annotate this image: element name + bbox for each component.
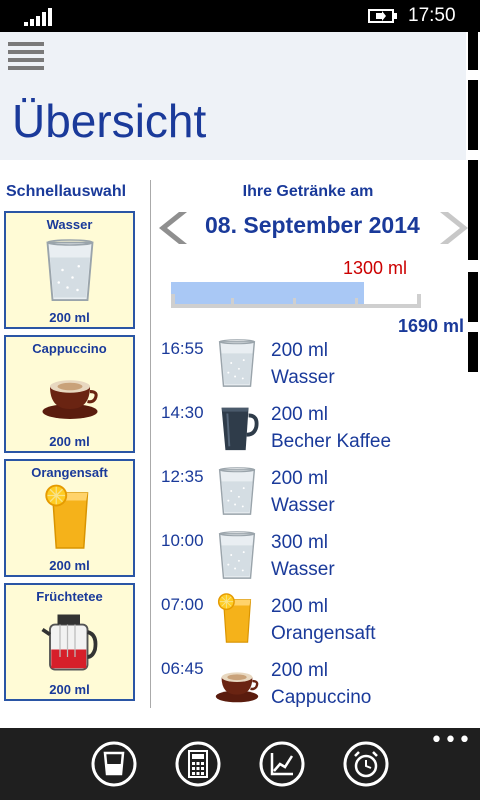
quick-item-cappuccino[interactable]: Cappuccino 200 ml — [4, 335, 135, 453]
orange-juice-icon — [213, 592, 261, 646]
teapot-icon — [34, 607, 106, 677]
status-bar: 17:50 — [0, 0, 480, 32]
water-glass-icon — [213, 464, 261, 518]
drink-entry[interactable]: 06:45 200 ml Cappuccino — [158, 656, 458, 720]
entry-time: 10:00 — [161, 531, 204, 550]
progress-fill — [171, 282, 364, 304]
drink-entry[interactable]: 10:00 300 ml Wasser — [158, 528, 458, 592]
drink-entry[interactable]: 16:55 200 ml Wasser — [158, 336, 458, 400]
quick-item-name: Wasser — [46, 217, 93, 232]
daily-progress-bar — [171, 282, 421, 308]
quick-item-name: Cappuccino — [32, 341, 107, 356]
quick-select-title: Schnellauswahl — [6, 183, 127, 200]
quick-item-amount: 200 ml — [49, 310, 90, 325]
entry-name: Becher Kaffee — [271, 431, 392, 452]
entry-amount: 200 ml — [271, 404, 329, 425]
alarm-clock-icon[interactable] — [342, 740, 390, 788]
drink-entry[interactable]: 14:30 200 ml Becher Kaffee — [158, 400, 458, 464]
signal-strength-icon — [24, 8, 52, 26]
app-bar: ••• — [0, 728, 480, 800]
calculator-icon[interactable] — [174, 740, 222, 788]
drink-entry[interactable]: 12:35 200 ml Wasser — [158, 464, 458, 528]
entry-name: Orangensaft — [271, 623, 376, 644]
daily-goal: 1690 ml — [398, 316, 465, 336]
glass-icon[interactable] — [90, 740, 138, 788]
more-options-button[interactable]: ••• — [430, 728, 472, 753]
chart-icon[interactable] — [258, 740, 306, 788]
quick-item-amount: 200 ml — [49, 434, 90, 449]
quick-item-amount: 200 ml — [49, 558, 90, 573]
page-header: Übersicht — [0, 32, 466, 160]
previous-day-button[interactable] — [157, 210, 191, 246]
quick-item-amount: 200 ml — [49, 682, 90, 697]
water-glass-icon — [34, 235, 106, 305]
coffee-mug-icon — [213, 400, 261, 454]
water-glass-icon — [213, 528, 261, 582]
entry-name: Wasser — [271, 559, 335, 580]
water-glass-icon — [213, 336, 261, 390]
drinks-heading: Ihre Getränke am — [242, 183, 374, 200]
consumed-amount: 1300 ml — [343, 258, 408, 278]
entry-name: Cappuccino — [271, 687, 372, 708]
drink-entry[interactable]: 07:00 200 ml Orangensaft — [158, 592, 458, 656]
orange-juice-icon — [34, 483, 106, 553]
cappuccino-cup-icon — [213, 656, 261, 710]
entry-amount: 200 ml — [271, 340, 329, 361]
quick-item-name: Orangensaft — [31, 465, 108, 480]
entry-name: Wasser — [271, 367, 335, 388]
page-title: Übersicht — [12, 95, 207, 147]
entry-amount: 200 ml — [271, 660, 329, 681]
entry-time: 06:45 — [161, 659, 204, 678]
entry-time: 16:55 — [161, 339, 204, 358]
quick-item-water[interactable]: Wasser 200 ml — [4, 211, 135, 329]
quick-item-fruit-tea[interactable]: Früchtetee 200 ml — [4, 583, 135, 701]
selected-date: 08. September 2014 — [205, 212, 420, 238]
next-day-button[interactable] — [436, 210, 470, 246]
menu-icon[interactable] — [8, 42, 44, 74]
column-divider — [150, 180, 151, 708]
entry-amount: 200 ml — [271, 596, 329, 617]
cappuccino-cup-icon — [34, 359, 106, 429]
entry-amount: 200 ml — [271, 468, 329, 489]
status-time: 17:50 — [408, 5, 456, 26]
battery-charging-icon — [368, 9, 397, 23]
side-indicator-strip — [466, 32, 480, 372]
quick-item-orange-juice[interactable]: Orangensaft 200 ml — [4, 459, 135, 577]
quick-item-name: Früchtetee — [36, 589, 103, 604]
entry-time: 14:30 — [161, 403, 204, 422]
entry-amount: 300 ml — [271, 532, 329, 553]
entry-time: 07:00 — [161, 595, 204, 614]
entry-time: 12:35 — [161, 467, 204, 486]
entry-name: Wasser — [271, 495, 335, 516]
